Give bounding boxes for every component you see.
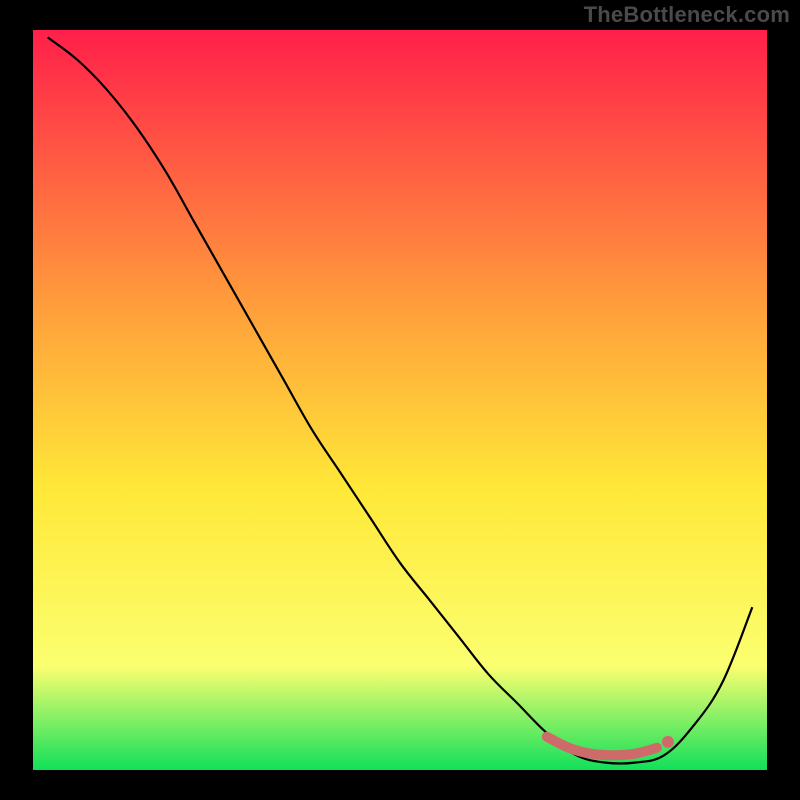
optimal-range-trailing-dot xyxy=(662,736,674,748)
chart-frame: TheBottleneck.com xyxy=(0,0,800,800)
watermark-text: TheBottleneck.com xyxy=(584,2,790,28)
chart-svg xyxy=(0,0,800,800)
plot-area-bg xyxy=(33,30,767,770)
